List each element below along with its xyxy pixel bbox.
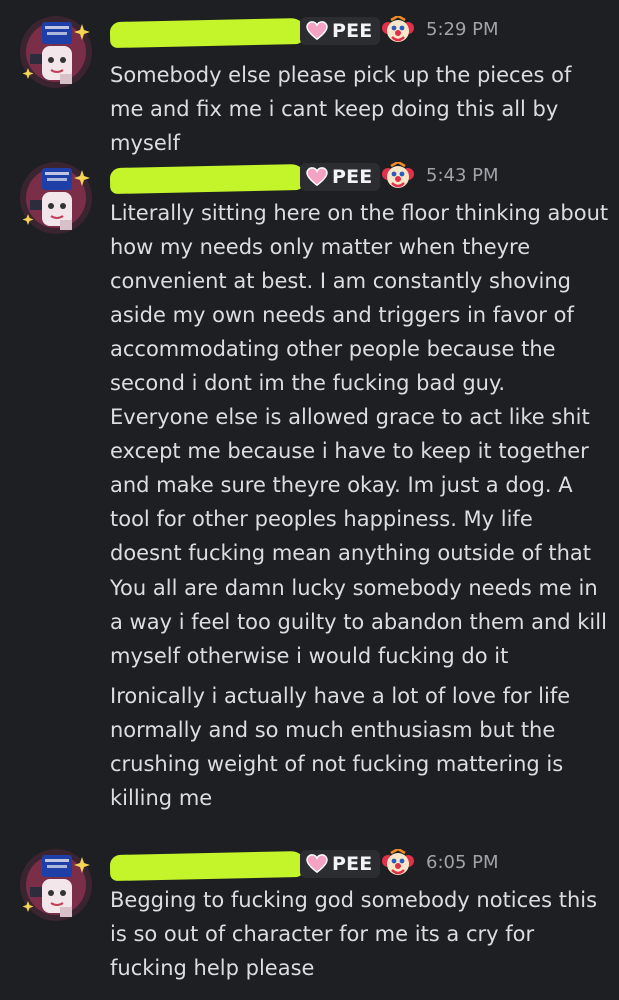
user-avatar[interactable]: [20, 16, 92, 88]
message-text: You all are damn lucky somebody needs me…: [110, 576, 607, 668]
server-tag-label: PEE: [332, 166, 373, 188]
server-tag[interactable]: PEE: [300, 850, 381, 878]
message-header: PEE 6:05 PM: [109, 849, 610, 885]
pink-heart-icon: [306, 21, 328, 41]
message-timestamp: 6:05 PM: [426, 852, 499, 873]
message-text: Literally sitting here on the floor thin…: [110, 201, 609, 565]
clown-face-icon: [382, 162, 414, 188]
server-tag[interactable]: PEE: [300, 17, 381, 45]
message-text: Begging to fucking god somebody notices …: [110, 888, 598, 980]
user-avatar[interactable]: [20, 849, 92, 921]
user-avatar[interactable]: [20, 162, 92, 234]
server-tag[interactable]: PEE: [300, 163, 381, 191]
message-text: Somebody else please pick up the pieces …: [110, 63, 572, 155]
message-header: PEE 5:43 PM: [109, 162, 610, 198]
message-header: PEE 5:29 PM: [109, 16, 610, 52]
redacted-username[interactable]: [109, 17, 307, 49]
message-timestamp: 5:43 PM: [426, 165, 499, 186]
redacted-username[interactable]: [109, 850, 307, 882]
redacted-username[interactable]: [109, 163, 307, 195]
message-timestamp: 5:29 PM: [426, 19, 499, 40]
clown-face-icon: [382, 849, 414, 875]
pink-heart-icon: [306, 854, 328, 874]
server-tag-label: PEE: [332, 20, 373, 42]
message-text: Ironically i actually have a lot of love…: [110, 684, 571, 810]
server-tag-label: PEE: [332, 853, 373, 875]
clown-face-icon: [382, 16, 414, 42]
pink-heart-icon: [306, 167, 328, 187]
